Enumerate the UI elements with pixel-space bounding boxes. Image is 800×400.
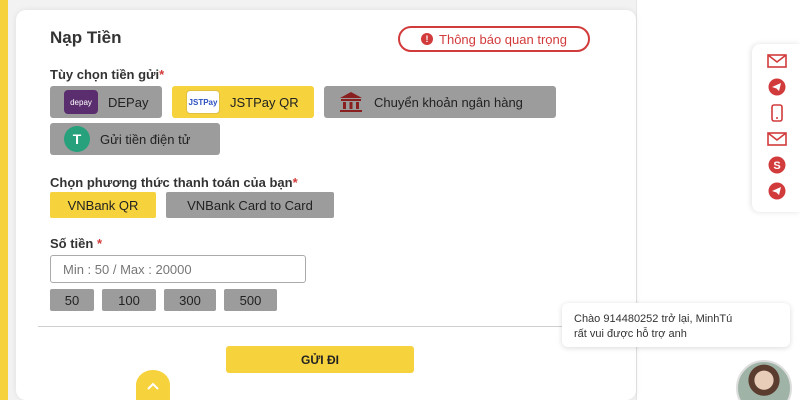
- payment-method-label-text: Chọn phương thức thanh toán của bạn: [50, 175, 293, 190]
- quick-amount-500[interactable]: 500: [224, 289, 277, 311]
- required-mark: *: [96, 236, 103, 251]
- payment-vnbank-qr[interactable]: VNBank QR: [50, 192, 156, 218]
- svg-text:S: S: [773, 160, 780, 172]
- chevron-up-icon: [147, 377, 159, 393]
- jstpay-logo-text: JSTPay: [188, 97, 218, 107]
- bank-icon: [338, 90, 364, 114]
- option-crypto[interactable]: T Gửi tiền điện tử: [50, 123, 220, 155]
- mail-icon[interactable]: [766, 130, 788, 148]
- required-mark: *: [292, 175, 298, 190]
- deposit-options-label-text: Tùy chọn tiền gửi: [50, 67, 160, 82]
- left-accent-bar: [0, 0, 8, 400]
- notice-label: Thông báo quan trọng: [439, 31, 567, 47]
- option-depay[interactable]: depay DEPay: [50, 86, 162, 118]
- option-depay-label: DEPay: [108, 94, 149, 110]
- page-title: Nạp Tiền: [50, 28, 122, 47]
- submit-button[interactable]: GỬI ĐI: [226, 346, 414, 373]
- option-bank-transfer-label: Chuyển khoản ngân hàng: [374, 94, 523, 110]
- tether-icon: T: [64, 126, 90, 152]
- phone-icon[interactable]: [766, 104, 788, 122]
- skype-icon[interactable]: S: [766, 156, 788, 174]
- option-jstpay-qr[interactable]: JSTPay JSTPay QR: [172, 86, 314, 118]
- quick-amount-50[interactable]: 50: [50, 289, 94, 311]
- scroll-up-button[interactable]: [136, 370, 170, 400]
- jstpay-logo-icon: JSTPay: [186, 90, 220, 114]
- info-icon: !: [421, 33, 434, 45]
- chat-line-1: Chào 914480252 trở lại, MinhTú: [574, 313, 733, 325]
- chat-greeting-bubble[interactable]: Chào 914480252 trở lại, MinhTú rất vui đ…: [562, 303, 790, 347]
- contact-sidebar: S: [752, 44, 800, 212]
- deposit-options-label: Tùy chọn tiền gửi*: [50, 67, 164, 82]
- amount-label: Số tiền *: [50, 236, 102, 251]
- mail-icon[interactable]: [766, 52, 788, 70]
- depay-logo-text: depay: [70, 97, 92, 107]
- quick-amount-100[interactable]: 100: [102, 289, 156, 311]
- form-divider: [38, 326, 628, 327]
- amount-input[interactable]: [50, 255, 306, 283]
- required-mark: *: [159, 67, 165, 82]
- telegram-icon[interactable]: [766, 182, 788, 200]
- chat-line-2: rất vui được hỗ trợ anh: [574, 328, 687, 340]
- depay-logo-icon: depay: [64, 90, 98, 114]
- option-jstpay-label: JSTPay QR: [230, 94, 299, 110]
- deposit-card: Nạp Tiền ! Thông báo quan trọng Tùy chọn…: [16, 10, 636, 400]
- payment-vnbank-card[interactable]: VNBank Card to Card: [166, 192, 334, 218]
- important-notice-button[interactable]: ! Thông báo quan trọng: [398, 26, 590, 52]
- amount-label-text: Số tiền: [50, 236, 94, 251]
- option-crypto-label: Gửi tiền điện tử: [100, 131, 191, 147]
- payment-method-label: Chọn phương thức thanh toán của bạn*: [50, 175, 298, 190]
- option-bank-transfer[interactable]: Chuyển khoản ngân hàng: [324, 86, 556, 118]
- quick-amount-300[interactable]: 300: [164, 289, 216, 311]
- telegram-icon[interactable]: [766, 78, 788, 96]
